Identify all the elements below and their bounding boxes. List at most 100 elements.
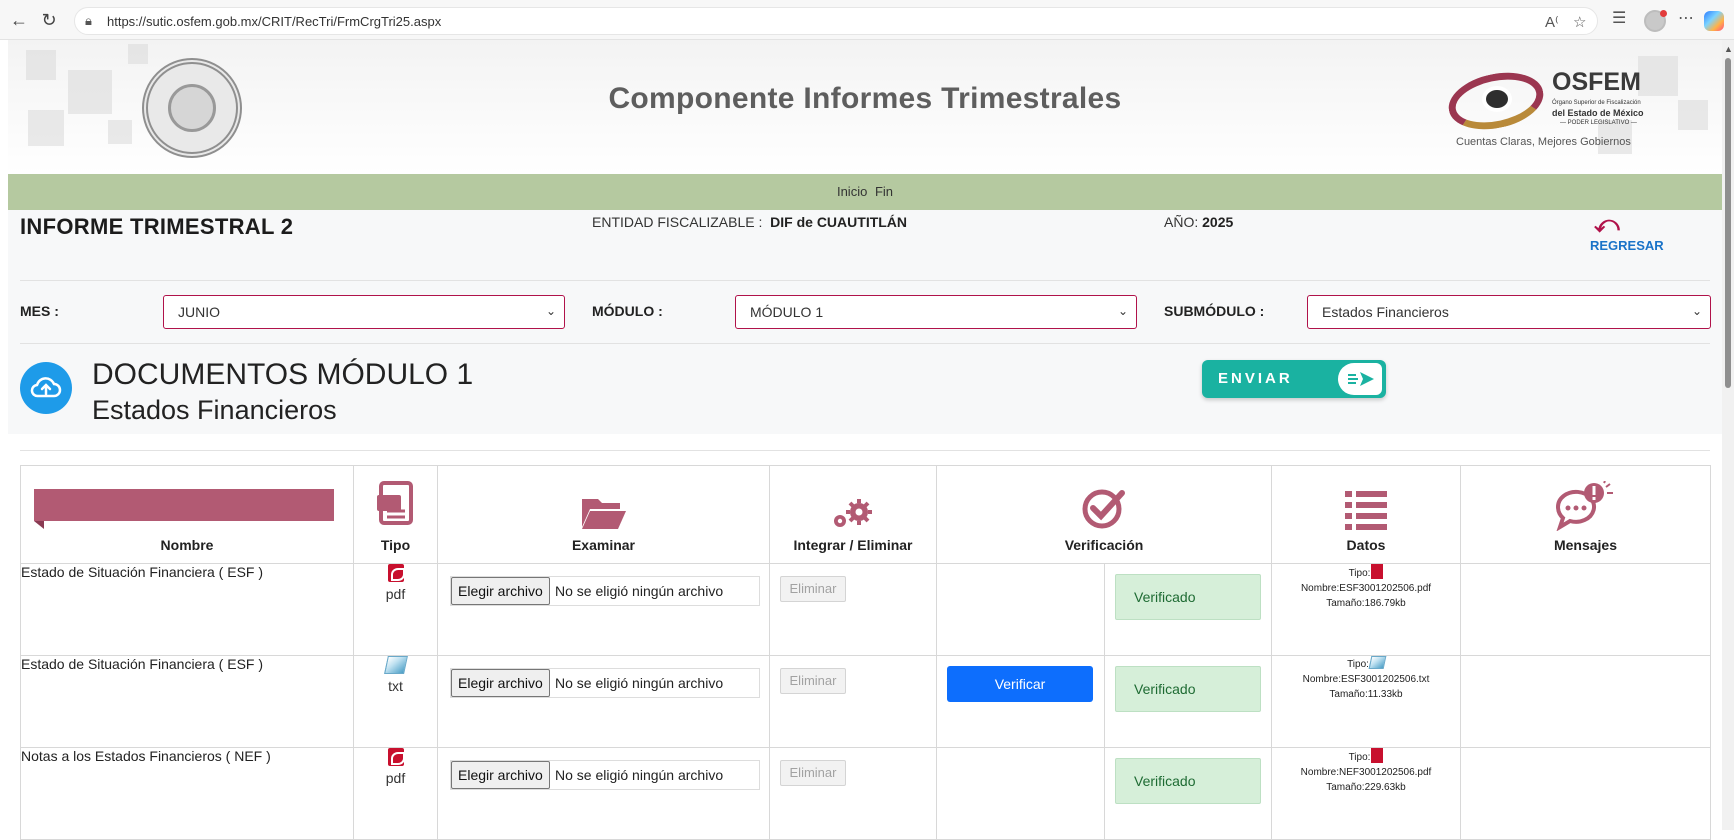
header-tipo-label: Tipo — [380, 537, 411, 553]
file-input[interactable]: Elegir archivo No se eligió ningún archi… — [450, 668, 760, 698]
modulo-select-value: MÓDULO 1 — [750, 304, 824, 320]
anio-info: AÑO: 2025 — [1164, 214, 1233, 230]
choose-file-button[interactable]: Elegir archivo — [451, 669, 550, 697]
row-verificacion: Verificado — [936, 563, 1272, 656]
more-options-icon[interactable]: ⋯ — [1678, 8, 1694, 28]
row-mensajes — [1460, 655, 1711, 748]
header-nombre-label: Nombre — [160, 537, 214, 553]
gears-icon — [834, 499, 872, 527]
osfem-eye-icon — [1482, 86, 1512, 112]
verificado-badge: Verificado — [1115, 666, 1261, 712]
scroll-up-icon[interactable]: ▲ — [1724, 44, 1733, 54]
row-verificacion: Verificar Verificado — [936, 655, 1272, 748]
datos-nombre: Nombre:NEF3001202506.pdf — [1300, 767, 1432, 778]
read-aloud-icon[interactable]: A⁽ — [1545, 13, 1559, 31]
row-nombre: Estado de Situación Financiera ( ESF ) — [20, 655, 354, 748]
menu-item-fin[interactable]: Fin — [875, 184, 893, 199]
reload-icon[interactable]: ↻ — [38, 9, 60, 31]
datos-tamano: Tamaño:11.33kb — [1329, 689, 1403, 700]
row-datos: Tipo: Nombre:ESF3001202506.txt Tamaño:11… — [1271, 655, 1461, 748]
favorite-star-icon[interactable]: ☆ — [1573, 13, 1586, 31]
datos-nombre: Nombre:ESF3001202506.pdf — [1300, 583, 1432, 594]
name-ribbon-icon — [34, 489, 334, 529]
verification-cell: Verificar Verificado — [937, 656, 1271, 747]
eliminar-button[interactable]: Eliminar — [780, 576, 846, 602]
submodulo-select[interactable]: Estados Financieros ⌄ — [1307, 295, 1711, 329]
favorites-list-icon[interactable]: ☰ — [1612, 8, 1626, 28]
cloud-upload-icon — [20, 362, 72, 414]
header-verificacion-label: Verificación — [1064, 537, 1144, 553]
entidad-label: ENTIDAD FISCALIZABLE : — [592, 214, 763, 230]
mes-select-value: JUNIO — [178, 304, 220, 320]
header-datos: Datos — [1271, 465, 1461, 564]
enviar-label: ENVIAR — [1218, 370, 1293, 387]
pdf-file-icon — [387, 564, 405, 582]
datos-tipo: Tipo: — [1272, 748, 1460, 765]
submodulo-select-value: Estados Financieros — [1322, 304, 1449, 320]
pdf-file-icon — [1371, 748, 1384, 763]
header-datos-label: Datos — [1346, 537, 1386, 553]
cell-divider — [1104, 656, 1105, 747]
regresar-button[interactable]: ⤺ REGRESAR — [1590, 212, 1670, 254]
submodulo-label: SUBMÓDULO : — [1164, 303, 1265, 319]
header-integrar-label: Integrar / Eliminar — [793, 537, 913, 553]
file-status: No se eligió ningún archivo — [555, 767, 724, 783]
verification-cell: Verificado — [937, 748, 1271, 839]
datos-tipo: Tipo: — [1272, 564, 1460, 581]
osfem-name: OSFEM — [1552, 68, 1641, 96]
document-type-icon — [376, 481, 413, 525]
table-row: Notas a los Estados Financieros ( NEF ) … — [20, 747, 1711, 840]
choose-file-button[interactable]: Elegir archivo — [451, 577, 550, 605]
url-text: https://sutic.osfem.gob.mx/CRIT/RecTri/F… — [107, 14, 442, 29]
message-alert-icon — [1555, 481, 1613, 531]
row-integrar: Eliminar — [769, 747, 937, 840]
row-examinar: Elegir archivo No se eligió ningún archi… — [437, 747, 770, 840]
enviar-button[interactable]: ENVIAR — [1202, 360, 1386, 398]
documents-subtitle: Estados Financieros — [92, 395, 337, 425]
table-header-row: Nombre Tipo Examinar Integrar / Eliminar… — [20, 465, 1711, 564]
modulo-select[interactable]: MÓDULO 1 ⌄ — [735, 295, 1137, 329]
back-arrow-icon[interactable]: ← — [8, 9, 30, 31]
decor-square — [128, 44, 148, 64]
header-nombre: Nombre — [20, 465, 354, 564]
copilot-icon[interactable] — [1704, 11, 1724, 31]
verification-cell: Verificado — [937, 564, 1271, 655]
row-datos: Tipo: Nombre:NEF3001202506.pdf Tamaño:22… — [1271, 747, 1461, 840]
send-arrow-icon — [1338, 363, 1382, 395]
datos-tamano: Tamaño:229.63kb — [1326, 782, 1406, 793]
folder-open-icon — [581, 499, 626, 529]
row-integrar: Eliminar — [769, 563, 937, 656]
row-mensajes — [1460, 563, 1711, 656]
header-examinar: Examinar — [437, 465, 770, 564]
cell-divider — [1104, 564, 1105, 655]
header-mensajes-label: Mensajes — [1553, 537, 1618, 553]
mes-select[interactable]: JUNIO ⌄ — [163, 295, 565, 329]
verificado-badge: Verificado — [1115, 574, 1261, 620]
table-row: Estado de Situación Financiera ( ESF ) t… — [20, 655, 1711, 748]
menu-item-inicio[interactable]: Inicio — [837, 184, 867, 199]
row-tipo: txt — [353, 655, 438, 748]
file-input[interactable]: Elegir archivo No se eligió ningún archi… — [450, 576, 760, 606]
verificar-button[interactable]: Verificar — [947, 666, 1093, 702]
header-mensajes: Mensajes — [1460, 465, 1711, 564]
divider — [20, 450, 1710, 451]
chevron-down-icon: ⌄ — [545, 304, 556, 318]
row-tipo: pdf — [353, 747, 438, 840]
row-tipo-label: pdf — [385, 586, 406, 602]
row-mensajes — [1460, 747, 1711, 840]
choose-file-button[interactable]: Elegir archivo — [451, 761, 550, 789]
regresar-label: REGRESAR — [1590, 238, 1664, 253]
osfem-line2: del Estado de México — [1552, 108, 1644, 118]
address-bar[interactable]: 🔒︎ https://sutic.osfem.gob.mx/CRIT/RecTr… — [74, 7, 1598, 35]
scrollbar-thumb[interactable] — [1725, 58, 1731, 388]
documents-title: DOCUMENTOS MÓDULO 1 — [92, 358, 474, 391]
txt-file-icon — [1368, 656, 1387, 669]
entidad-value: DIF de CUAUTITLÁN — [770, 214, 908, 230]
divider — [20, 343, 1710, 344]
file-input[interactable]: Elegir archivo No se eligió ningún archi… — [450, 760, 760, 790]
documents-table: Nombre Tipo Examinar Integrar / Eliminar… — [20, 465, 1711, 840]
eliminar-button[interactable]: Eliminar — [780, 760, 846, 786]
eliminar-button[interactable]: Eliminar — [780, 668, 846, 694]
browser-toolbar: ← ↻ 🔒︎ https://sutic.osfem.gob.mx/CRIT/R… — [0, 0, 1734, 40]
osfem-line3: — PODER LEGISLATIVO — — [1560, 120, 1637, 126]
